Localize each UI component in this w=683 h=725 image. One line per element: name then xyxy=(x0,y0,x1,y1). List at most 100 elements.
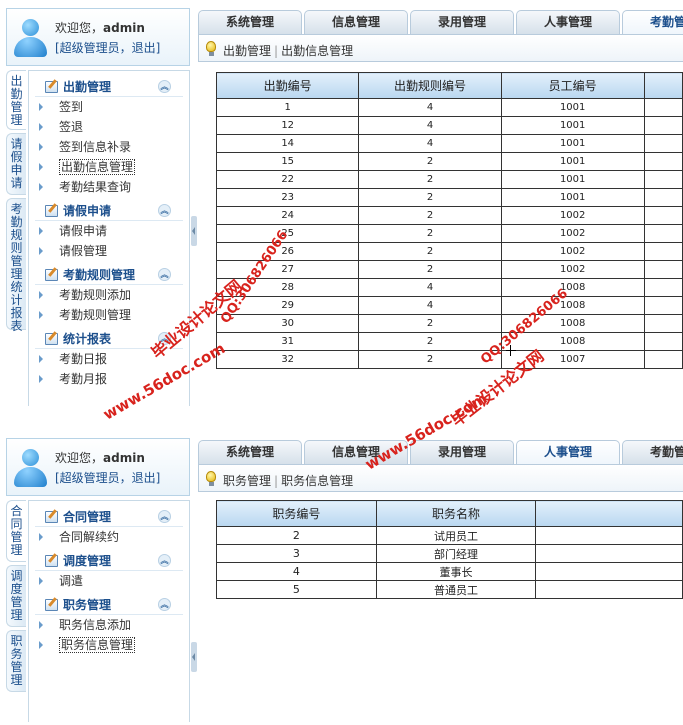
collapse-icon[interactable]: ︽ xyxy=(158,510,171,523)
menu-item-attendance-info-manage[interactable]: 出勤信息管理 xyxy=(29,157,189,177)
tab-attendance-manage[interactable]: 考勤管理 xyxy=(622,440,683,464)
table-row[interactable]: 12 4 1001 xyxy=(215,116,683,135)
table-row[interactable]: 32 2 1007 xyxy=(215,350,683,369)
collapse-icon[interactable]: ︽ xyxy=(158,268,171,281)
arrow-right-icon xyxy=(39,577,43,585)
tab-system-manage[interactable]: 系统管理 xyxy=(198,440,302,464)
menu-group-title[interactable]: 调度管理 ︽ xyxy=(35,551,183,571)
table-row[interactable]: 28 4 1008 xyxy=(215,278,683,297)
collapse-icon[interactable]: ︽ xyxy=(158,598,171,611)
menu-group-title[interactable]: 职务管理 ︽ xyxy=(35,595,183,615)
tab-hr-manage[interactable]: 人事管理 xyxy=(516,10,620,34)
table-cell xyxy=(643,278,683,297)
column-header: 出勤规则编号 xyxy=(358,72,502,99)
menu-group-title[interactable]: 考勤规则管理 ︽ xyxy=(35,265,183,285)
side-tab-position[interactable]: 职务管理 xyxy=(6,630,26,692)
table-cell: 30 xyxy=(215,314,360,333)
collapse-icon[interactable]: ︽ xyxy=(158,80,171,93)
table-row[interactable]: 3 部门经理 xyxy=(216,544,683,563)
collapse-icon[interactable]: ︽ xyxy=(158,204,171,217)
menu-item-attendance-result-query[interactable]: 考勤结果查询 xyxy=(29,177,189,197)
table-row[interactable]: 5 普通员工 xyxy=(216,580,683,599)
table-row[interactable]: 22 2 1001 xyxy=(215,170,683,189)
column-header: 职务名称 xyxy=(375,500,537,527)
menu-item-leave-manage[interactable]: 请假管理 xyxy=(29,241,189,261)
table-cell: 2 xyxy=(216,526,377,545)
breadcrumb-item[interactable]: 职务管理 xyxy=(223,474,271,488)
table-cell xyxy=(643,206,683,225)
menu-item-sign-in[interactable]: 签到 xyxy=(29,97,189,117)
sidebar-collapse-handle[interactable] xyxy=(191,642,197,672)
table-cell: 1008 xyxy=(500,278,645,297)
collapse-icon[interactable]: ︽ xyxy=(158,554,171,567)
table-cell: 2 xyxy=(358,314,502,333)
menu-item-sign-supplement[interactable]: 签到信息补录 xyxy=(29,137,189,157)
table-row[interactable]: 26 2 1002 xyxy=(215,242,683,261)
username: admin xyxy=(103,21,145,35)
tab-info-manage[interactable]: 信息管理 xyxy=(304,10,408,34)
menu-group-title[interactable]: 请假申请 ︽ xyxy=(35,201,183,221)
edit-doc-icon xyxy=(45,81,58,93)
table-cell xyxy=(535,544,683,563)
sidebar-collapse-handle[interactable] xyxy=(191,216,197,246)
table-row[interactable]: 4 董事长 xyxy=(216,562,683,581)
side-tab-attendance[interactable]: 出勤管理 xyxy=(6,70,26,130)
tab-hiring-manage[interactable]: 录用管理 xyxy=(410,440,514,464)
menu-group-rules: 考勤规则管理 ︽ 考勤规则添加 考勤规则管理 xyxy=(29,265,189,325)
table-cell: 2 xyxy=(358,188,502,207)
menu-item-contract-renew[interactable]: 合同解续约 xyxy=(29,527,189,547)
breadcrumb-item[interactable]: 出勤信息管理 xyxy=(281,44,353,58)
table-row[interactable]: 24 2 1002 xyxy=(215,206,683,225)
table-row[interactable]: 23 2 1001 xyxy=(215,188,683,207)
breadcrumb-item[interactable]: 职务信息管理 xyxy=(281,474,353,488)
menu-item-sign-out[interactable]: 签退 xyxy=(29,117,189,137)
tab-attendance-manage[interactable]: 考勤管理 xyxy=(622,10,683,36)
breadcrumb: 职务管理 | 职务信息管理 xyxy=(198,464,683,492)
top-nav-tabs: 系统管理 信息管理 录用管理 人事管理 考勤管理 xyxy=(198,440,683,466)
tab-system-manage[interactable]: 系统管理 xyxy=(198,10,302,34)
arrow-right-icon xyxy=(39,143,43,151)
table-row[interactable]: 27 2 1002 xyxy=(215,260,683,279)
tab-hr-manage[interactable]: 人事管理 xyxy=(516,440,620,466)
table-row[interactable]: 31 2 1008 xyxy=(215,332,683,351)
menu-item-position-add[interactable]: 职务信息添加 xyxy=(29,615,189,635)
menu-group-title[interactable]: 合同管理 ︽ xyxy=(35,507,183,527)
breadcrumb-item[interactable]: 出勤管理 xyxy=(223,44,271,58)
edit-doc-icon xyxy=(45,599,58,611)
column-header: 职务编号 xyxy=(216,500,377,527)
table-cell xyxy=(535,526,683,545)
menu-item-rule-manage[interactable]: 考勤规则管理 xyxy=(29,305,189,325)
lightbulb-icon xyxy=(206,41,216,56)
role-logout-links[interactable]: [超级管理员，退出] xyxy=(55,39,160,56)
table-cell: 4 xyxy=(358,98,502,117)
side-tab-leave[interactable]: 请假申请 xyxy=(6,133,26,195)
arrow-right-icon xyxy=(39,291,43,299)
edit-doc-icon xyxy=(45,333,58,345)
table-cell: 3 xyxy=(216,544,377,563)
menu-item-rule-add[interactable]: 考勤规则添加 xyxy=(29,285,189,305)
table-row[interactable]: 15 2 1001 xyxy=(215,152,683,171)
menu-item-dispatch[interactable]: 调遣 xyxy=(29,571,189,591)
table-cell: 1001 xyxy=(500,116,645,135)
menu-item-position-manage[interactable]: 职务信息管理 xyxy=(29,635,189,655)
user-avatar-icon xyxy=(12,17,48,59)
table-row[interactable]: 14 4 1001 xyxy=(215,134,683,153)
arrow-right-icon xyxy=(39,641,43,649)
table-cell: 24 xyxy=(215,206,360,225)
menu-item-leave-apply[interactable]: 请假申请 xyxy=(29,221,189,241)
arrow-right-icon xyxy=(39,355,43,363)
table-cell: 4 xyxy=(358,278,502,297)
table-cell: 部门经理 xyxy=(375,544,537,563)
side-tab-contract[interactable]: 合同管理 xyxy=(6,500,26,562)
side-tab-rules-reports[interactable]: 考勤规则管理统计报表 xyxy=(6,198,26,333)
table-row[interactable]: 29 4 1008 xyxy=(215,296,683,315)
table-cell: 31 xyxy=(215,332,360,351)
tab-hiring-manage[interactable]: 录用管理 xyxy=(410,10,514,34)
arrow-right-icon xyxy=(39,247,43,255)
side-tab-dispatch[interactable]: 调度管理 xyxy=(6,565,26,627)
role-logout-links[interactable]: [超级管理员，退出] xyxy=(55,469,160,486)
table-row[interactable]: 2 试用员工 xyxy=(216,526,683,545)
menu-group-title[interactable]: 出勤管理 ︽ xyxy=(35,77,183,97)
table-row[interactable]: 30 2 1008 xyxy=(215,314,683,333)
table-row[interactable]: 1 4 1001 xyxy=(215,98,683,117)
